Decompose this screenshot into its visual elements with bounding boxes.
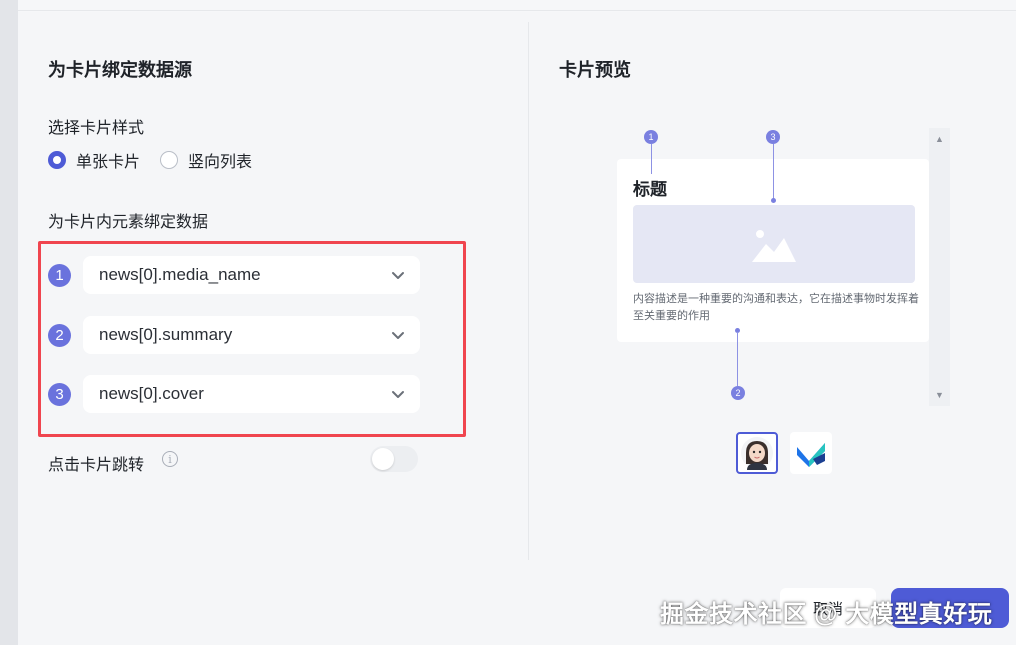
avatar-option-person[interactable] — [736, 432, 778, 474]
scroll-up-icon[interactable]: ▲ — [929, 132, 950, 146]
preview-scrollbar[interactable]: ▲ ▼ — [929, 128, 950, 406]
scroll-down-icon[interactable]: ▼ — [929, 388, 950, 402]
panel-divider — [528, 22, 529, 560]
radio-label-single-card: 单张卡片 — [76, 154, 141, 171]
avatar-option-brand[interactable] — [790, 432, 832, 474]
card-description: 内容描述是一种重要的沟通和表达，它在描述事物时发挥着至关重要的作用 — [633, 293, 919, 322]
click-jump-label: 点击卡片跳转 — [48, 457, 145, 474]
marker-end-dot — [771, 198, 776, 203]
radio-unchecked-icon[interactable] — [160, 151, 179, 169]
marker-line-2 — [737, 332, 738, 386]
radio-checked-icon[interactable] — [48, 151, 66, 169]
marker-badge-1: 1 — [644, 130, 658, 144]
watermark-text: 掘金技术社区 @ 大模型真好玩 — [660, 601, 993, 628]
section-title-preview: 卡片预览 — [559, 60, 631, 80]
radio-vertical-list[interactable]: 竖向列表 — [160, 148, 252, 172]
top-border — [18, 0, 1016, 11]
avatar-person-icon — [741, 437, 773, 470]
marker-line-1 — [651, 144, 652, 174]
marker-badge-3: 3 — [766, 130, 780, 144]
card-title: 标题 — [633, 180, 667, 199]
section-title-bind: 为卡片绑定数据源 — [48, 60, 192, 80]
brand-logo-icon — [797, 443, 825, 467]
marker-line-3 — [773, 144, 774, 200]
radio-single-card[interactable]: 单张卡片 — [48, 148, 140, 172]
card-style-radio-group: 单张卡片 竖向列表 — [48, 148, 264, 172]
info-icon[interactable]: i — [162, 451, 178, 467]
radio-label-vertical-list: 竖向列表 — [188, 154, 253, 171]
image-icon — [752, 230, 796, 262]
click-jump-toggle[interactable] — [370, 446, 418, 472]
card-image-placeholder — [633, 205, 915, 283]
toggle-knob — [372, 448, 394, 470]
left-rail — [0, 0, 18, 645]
bind-elements-label: 为卡片内元素绑定数据 — [48, 214, 209, 231]
marker-badge-2: 2 — [731, 386, 745, 400]
highlight-annotation-box — [38, 241, 466, 437]
card-style-label: 选择卡片样式 — [48, 120, 145, 137]
